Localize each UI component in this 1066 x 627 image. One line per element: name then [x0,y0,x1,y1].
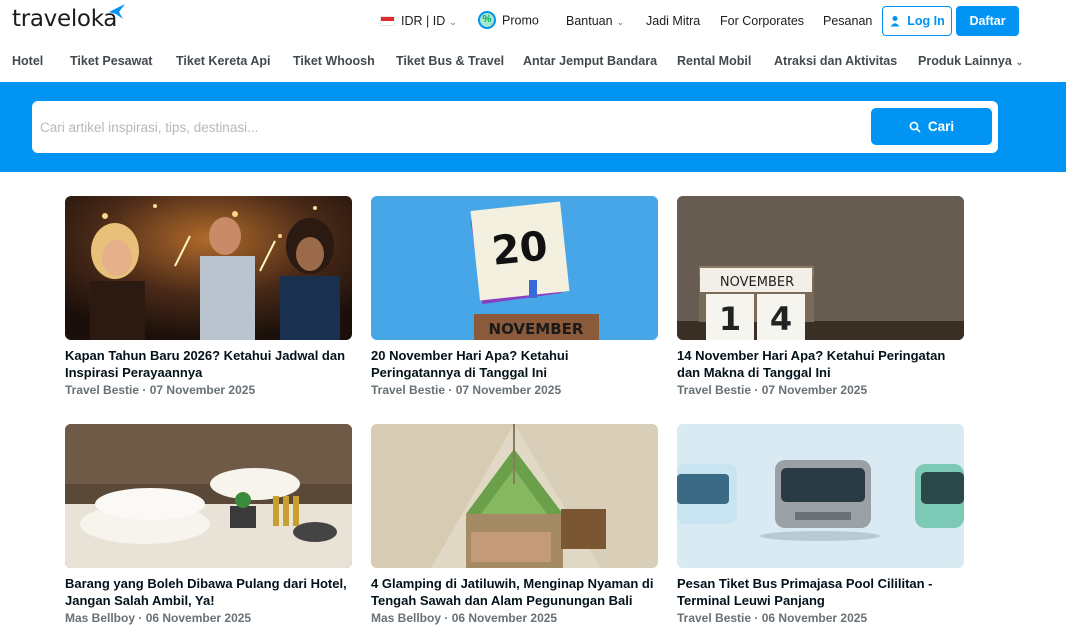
article-card[interactable]: NOVEMBER 1 4 14 November Hari Apa? Ketah… [677,196,964,397]
article-title[interactable]: Pesan Tiket Bus Primajasa Pool Cililitan… [677,575,964,609]
article-card[interactable]: Pesan Tiket Bus Primajasa Pool Cililitan… [677,424,964,625]
article-title[interactable]: Barang yang Boleh Dibawa Pulang dari Hot… [65,575,352,609]
jadi-mitra-link[interactable]: Jadi Mitra [646,14,700,28]
chevron-down-icon: ⌄ [449,17,457,27]
article-card[interactable]: Barang yang Boleh Dibawa Pulang dari Hot… [65,424,352,625]
article-title[interactable]: 14 November Hari Apa? Ketahui Peringatan… [677,347,964,381]
search-icon [909,121,921,133]
article-meta: Travel Bestie · 07 November 2025 [677,383,868,397]
promo-link[interactable]: % Promo [478,11,539,30]
promo-label: Promo [502,13,539,28]
article-card[interactable]: 20 NOVEMBER 20 November Hari Apa? Ketahu… [371,196,658,397]
category-rental-mobil[interactable]: Rental Mobil [677,54,751,68]
search-hero: Cari [0,82,1066,172]
article-card[interactable]: 4 Glamping di Jatiluwih, Menginap Nyaman… [371,424,658,625]
article-author: Travel Bestie [65,383,140,397]
category-tiket-bus-travel[interactable]: Tiket Bus & Travel [396,54,504,68]
calendar-digit-1: 1 [719,300,741,338]
article-date: 07 November 2025 [455,383,562,397]
category-tiket-pesawat[interactable]: Tiket Pesawat [70,54,152,68]
article-author: Travel Bestie [371,383,446,397]
pesanan-link[interactable]: Pesanan [823,14,872,28]
article-author: Mas Bellboy [371,611,442,625]
bird-logo-icon [109,4,125,19]
search-input[interactable] [40,115,860,139]
category-nav: Hotel Tiket Pesawat Tiket Kereta Api Tik… [0,44,1066,80]
calendar-14-november-image: NOVEMBER 1 4 [677,196,964,340]
indonesia-flag-icon [380,15,395,26]
calendar-number-20: 20 [490,223,550,275]
article-date: 06 November 2025 [451,611,558,625]
glamping-tent-image [371,424,658,568]
category-produk-lainnya[interactable]: Produk Lainnya ⌄ [918,54,1023,68]
chevron-down-icon: ⌄ [1015,57,1024,67]
traveloka-logo[interactable]: traveloka [12,6,117,32]
article-date: 07 November 2025 [149,383,256,397]
currency-selector[interactable]: IDR | ID ⌄ [380,14,457,28]
produk-lainnya-label: Produk Lainnya [918,54,1012,68]
article-author: Travel Bestie [677,383,752,397]
calendar-month-november: NOVEMBER [489,320,584,338]
calendar-20-november-image: 20 NOVEMBER [371,196,658,340]
login-label: Log In [907,14,945,28]
search-button[interactable]: Cari [871,108,992,145]
article-date: 06 November 2025 [761,611,868,625]
party-celebration-image [65,196,352,340]
article-date: 07 November 2025 [761,383,868,397]
top-bar: traveloka IDR | ID ⌄ % Promo Bantuan ⌄ Jadi… [0,0,1066,44]
category-hotel[interactable]: Hotel [12,54,43,68]
article-meta: Travel Bestie · 07 November 2025 [65,383,256,397]
chevron-down-icon: ⌄ [616,17,625,27]
bantuan-label: Bantuan [566,14,613,28]
calendar-digit-4: 4 [770,300,792,338]
category-tiket-whoosh[interactable]: Tiket Whoosh [293,54,375,68]
category-antar-jemput-bandara[interactable]: Antar Jemput Bandara [523,54,657,68]
bantuan-menu[interactable]: Bantuan ⌄ [566,14,624,28]
article-meta: Mas Bellboy · 06 November 2025 [65,611,252,625]
article-meta: Travel Bestie · 06 November 2025 [677,611,868,625]
search-box: Cari [32,101,998,153]
hotel-towels-image [65,424,352,568]
article-title[interactable]: 20 November Hari Apa? Ketahui Peringatan… [371,347,658,381]
category-atraksi-aktivitas[interactable]: Atraksi dan Aktivitas [774,54,897,68]
buses-image [677,424,964,568]
category-tiket-kereta-api[interactable]: Tiket Kereta Api [176,54,270,68]
user-icon [890,16,900,27]
search-button-label: Cari [927,119,955,134]
currency-label: IDR | ID [401,14,446,28]
article-date: 06 November 2025 [145,611,252,625]
login-button[interactable]: Log In [882,6,952,36]
calendar-month-november: NOVEMBER [720,275,794,290]
article-title[interactable]: 4 Glamping di Jatiluwih, Menginap Nyaman… [371,575,658,609]
article-card[interactable]: Kapan Tahun Baru 2026? Ketahui Jadwal da… [65,196,352,397]
article-author: Travel Bestie [677,611,752,625]
article-title[interactable]: Kapan Tahun Baru 2026? Ketahui Jadwal da… [65,347,352,381]
for-corporates-link[interactable]: For Corporates [720,14,804,28]
article-author: Mas Bellboy [65,611,136,625]
article-meta: Travel Bestie · 07 November 2025 [371,383,562,397]
article-meta: Mas Bellboy · 06 November 2025 [371,611,558,625]
promo-percent-icon: % [478,11,496,29]
daftar-button[interactable]: Daftar [956,6,1019,36]
